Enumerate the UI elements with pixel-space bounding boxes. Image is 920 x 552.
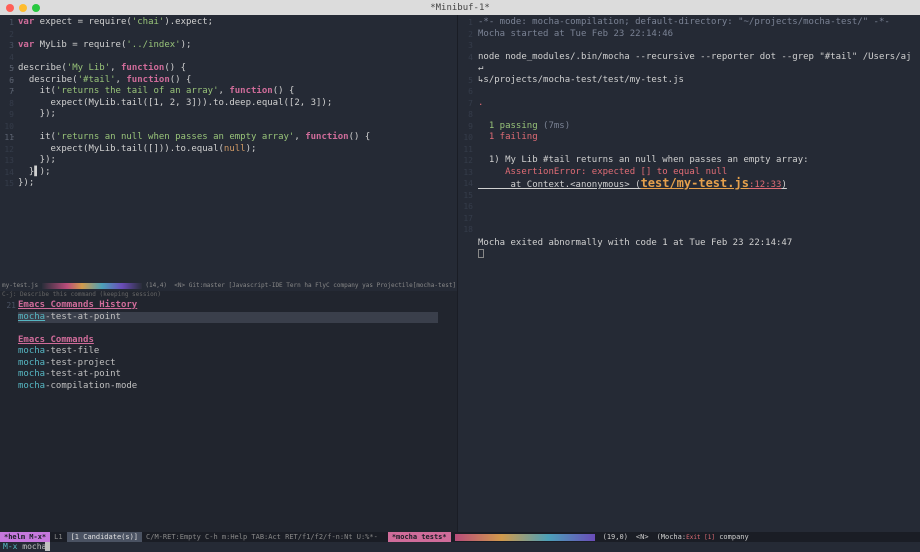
compilation-line	[478, 249, 920, 263]
compilation-line	[478, 109, 920, 121]
compilation-line: node node_modules/.bin/mocha --recursive…	[478, 52, 920, 87]
compilation-pane[interactable]: 1234 56789101112131415161718 -*- mode: m…	[458, 15, 920, 532]
statusline: *helm M-x* L1 [1 Candidate(s)] C/M-RET:E…	[0, 532, 920, 542]
helm-command-item[interactable]: mocha-test-project	[18, 358, 457, 370]
code-body[interactable]: var expect = require('chai').expect; var…	[0, 15, 457, 190]
line-gutter: 123456789101112131415	[0, 15, 16, 281]
compilation-line	[478, 40, 920, 52]
statusline-line: L1	[50, 532, 66, 542]
statusline-buffer-helm: *helm M-x*	[0, 532, 50, 542]
statusline-buffer-mocha: *mocha tests*	[388, 532, 451, 542]
helm-history-header: Emacs Commands History	[18, 300, 457, 312]
zoom-icon[interactable]	[32, 4, 40, 12]
statusline-mode: <N>	[632, 532, 653, 542]
compilation-line: 1) My Lib #tail returns an null when pas…	[478, 155, 920, 167]
minibuffer-input[interactable]: mocha	[22, 542, 46, 551]
statusline-keyhints: C/M-RET:Empty C-h m:Help TAB:Act RET/f1/…	[142, 532, 382, 542]
statusline-pos: (19,0)	[599, 532, 632, 542]
helm-command-item[interactable]: mocha-test-file	[18, 346, 457, 358]
traffic-lights	[6, 4, 40, 12]
compilation-line: Mocha exited abnormally with code 1 at T…	[478, 238, 920, 250]
compilation-gutter: 1234 56789101112131415161718	[458, 15, 476, 247]
compilation-line: .	[478, 98, 920, 110]
statusline-mocha-mode: (Mocha:Exit [1] company	[653, 532, 753, 542]
statusline-candidates: [1 Candidate(s)]	[67, 532, 142, 542]
helm-command-item[interactable]: mocha-compilation-mode	[18, 381, 457, 393]
close-icon[interactable]	[6, 4, 14, 12]
compilation-line	[478, 226, 920, 238]
compilation-line: at Context.<anonymous> (test/my-test.js:…	[478, 178, 920, 192]
compilation-line: Mocha started at Tue Feb 23 22:14:46	[478, 29, 920, 41]
compilation-line: -*- mode: mocha-compilation; default-dir…	[478, 17, 920, 29]
compilation-line	[478, 215, 920, 227]
statusline-gradient-icon	[455, 534, 595, 541]
source-pane[interactable]: 123456789101112131415 var expect = requi…	[0, 15, 457, 281]
helm-command-item[interactable]: mocha-test-at-point	[18, 369, 457, 381]
helm-commands-header: Emacs Commands	[18, 335, 457, 347]
compilation-line: 1 failing	[478, 132, 920, 144]
minibuffer[interactable]: M-x mocha	[0, 542, 920, 552]
helm-history-item[interactable]: mocha-test-at-point	[18, 312, 438, 324]
compilation-line	[478, 203, 920, 215]
compilation-line	[478, 144, 920, 156]
compilation-line: 1 passing (7ms)	[478, 121, 920, 133]
modeline-source: my-test.js (14,4) <N> Git:master [Javasc…	[0, 281, 457, 291]
helm-pane[interactable]: C-j: Describe this command (keeping sess…	[0, 291, 457, 532]
helm-hint: C-j: Describe this command (keeping sess…	[0, 291, 457, 298]
minimize-icon[interactable]	[19, 4, 27, 12]
compilation-body[interactable]: -*- mode: mocha-compilation; default-dir…	[458, 15, 920, 263]
modeline-gradient-icon	[42, 283, 142, 289]
minibuffer-prompt: M-x	[3, 542, 22, 551]
window-titlebar: *Minibuf-1*	[0, 0, 920, 15]
compilation-line	[478, 192, 920, 204]
window-title: *Minibuf-1*	[430, 3, 490, 13]
cursor-icon	[45, 542, 50, 551]
compilation-line	[478, 86, 920, 98]
